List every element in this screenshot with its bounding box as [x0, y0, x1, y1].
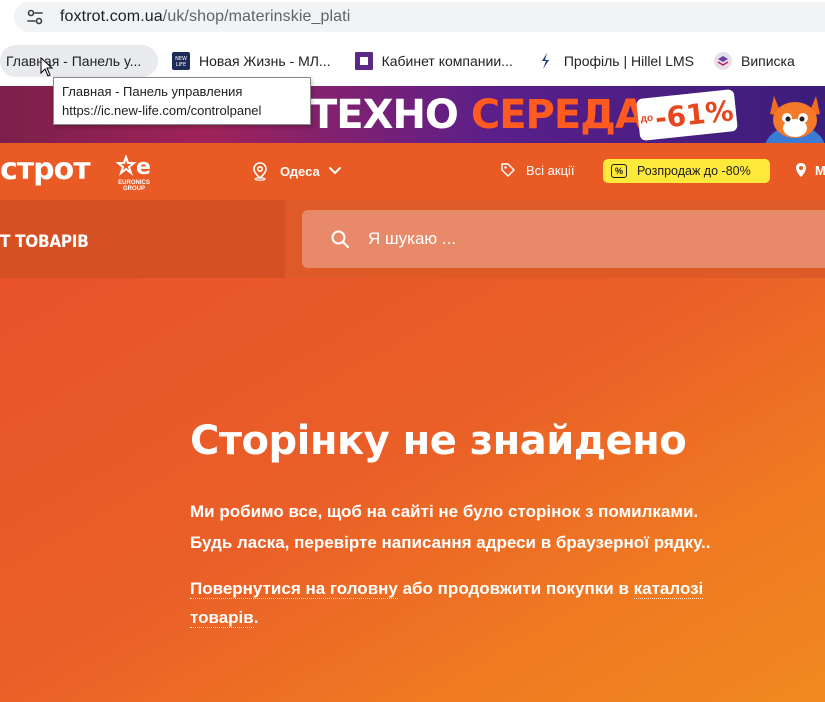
- catalog-link-part-1[interactable]: каталозі: [633, 579, 704, 599]
- error-line-2: Будь ласка, перевірте написання адреси в…: [190, 533, 711, 552]
- catalog-label: Т ТОВАРІВ: [0, 232, 89, 252]
- catalog-link-part-2[interactable]: товарів: [190, 608, 254, 628]
- home-link[interactable]: Повернутися на головну: [190, 579, 398, 599]
- mouse-cursor-icon: [40, 57, 54, 77]
- error-description: Ми робимо все, щоб на сайті не було стор…: [190, 496, 710, 558]
- site-logo[interactable]: строт: [0, 152, 91, 187]
- city-label: Одеса: [280, 163, 320, 179]
- browser-address-bar: foxtrot.com.ua/uk/shop/materinskie_plati: [0, 0, 825, 36]
- catalog-button[interactable]: Т ТОВАРІВ: [0, 200, 285, 278]
- stores-label: М: [815, 162, 825, 178]
- bookmark-item-control-panel[interactable]: Главная - Панель у...: [0, 45, 158, 77]
- banner-headline: ТЕХНО СЕРЕДА: [310, 92, 646, 138]
- discount-badge: до -61%: [636, 88, 738, 142]
- site-info-icon[interactable]: [20, 2, 50, 32]
- bookmark-label: Главная - Панель у...: [6, 53, 142, 69]
- error-line-1: Ми робимо все, щоб на сайті не було стор…: [190, 502, 699, 521]
- tooltip-title: Главная - Панель управления: [62, 84, 243, 99]
- sale-button[interactable]: % Розпродаж до -80%: [603, 159, 770, 183]
- site-header: строт e EURONICS GROUP Одеса Всі акції %…: [0, 143, 825, 200]
- badge-value: -61%: [653, 93, 736, 135]
- all-promos-link[interactable]: Всі акції: [500, 162, 575, 178]
- percent-ticket-icon: %: [611, 164, 627, 178]
- bookmark-item-statement[interactable]: Виписка: [706, 45, 803, 77]
- badge-prefix: до: [640, 112, 654, 125]
- sale-label: Розпродаж до -80%: [637, 164, 751, 178]
- search-input[interactable]: [368, 229, 768, 249]
- url-text[interactable]: foxtrot.com.ua/uk/shop/materinskie_plati: [60, 8, 350, 26]
- bookmark-label: Виписка: [741, 53, 795, 69]
- url-path: /uk/shop/materinskie_plati: [162, 8, 351, 25]
- omnibox[interactable]: foxtrot.com.ua/uk/shop/materinskie_plati: [14, 2, 825, 32]
- svg-text:e: e: [136, 155, 151, 180]
- navigation-hint: Повернутися на головну або продовжити по…: [190, 574, 750, 632]
- euronics-star-icon: e: [115, 153, 151, 180]
- search-bar[interactable]: [302, 210, 825, 268]
- banner-word-sereda: СЕРЕДА: [470, 92, 646, 138]
- euronics-group-label: EURONICS GROUP: [118, 180, 150, 192]
- url-host: foxtrot.com.ua: [60, 8, 163, 25]
- link-connector-text: або продовжити покупки в: [397, 579, 634, 598]
- bookmark-tooltip: Главная - Панель управления https://ic.n…: [53, 77, 311, 125]
- sub-header: Т ТОВАРІВ: [0, 200, 825, 278]
- fox-mascot-icon: [765, 96, 825, 143]
- not-found-section: Сторінку не знайдено Ми робимо все, щоб …: [0, 278, 825, 702]
- tooltip-url: https://ic.new-life.com/controlpanel: [62, 103, 262, 118]
- stores-link[interactable]: М: [795, 162, 825, 178]
- bookmark-label: Новая Жизнь - МЛ...: [199, 53, 331, 69]
- chevron-down-icon: [328, 167, 341, 175]
- city-selector[interactable]: Одеса: [250, 161, 342, 181]
- all-promos-label: Всі акції: [526, 162, 575, 178]
- bookmark-label: Кабинет компании...: [381, 53, 513, 69]
- bookmark-item-hillel[interactable]: Профіль | Hillel LMS: [529, 45, 702, 77]
- tag-icon: [501, 163, 515, 177]
- map-marker-icon: [796, 163, 806, 177]
- banner-word-techno: ТЕХНО: [310, 92, 459, 138]
- link-end-text: .: [253, 608, 259, 627]
- euronics-logo: e EURONICS GROUP: [115, 153, 156, 192]
- bookmark-item-new-life[interactable]: NEW LIFE Новая Жизнь - МЛ...: [164, 45, 339, 77]
- svg-text:LIFE: LIFE: [176, 62, 186, 68]
- purple-square-icon: [354, 52, 373, 70]
- hillel-icon: [537, 52, 555, 70]
- newlife-icon: NEW LIFE: [172, 52, 190, 70]
- location-pin-icon: [253, 162, 267, 181]
- page-title: Сторінку не знайдено: [190, 418, 687, 464]
- bookmark-item-company-cabinet[interactable]: Кабинет компании...: [347, 45, 521, 77]
- bookmark-label: Профіль | Hillel LMS: [563, 53, 694, 69]
- layers-icon: [714, 52, 732, 70]
- search-icon[interactable]: [330, 229, 350, 249]
